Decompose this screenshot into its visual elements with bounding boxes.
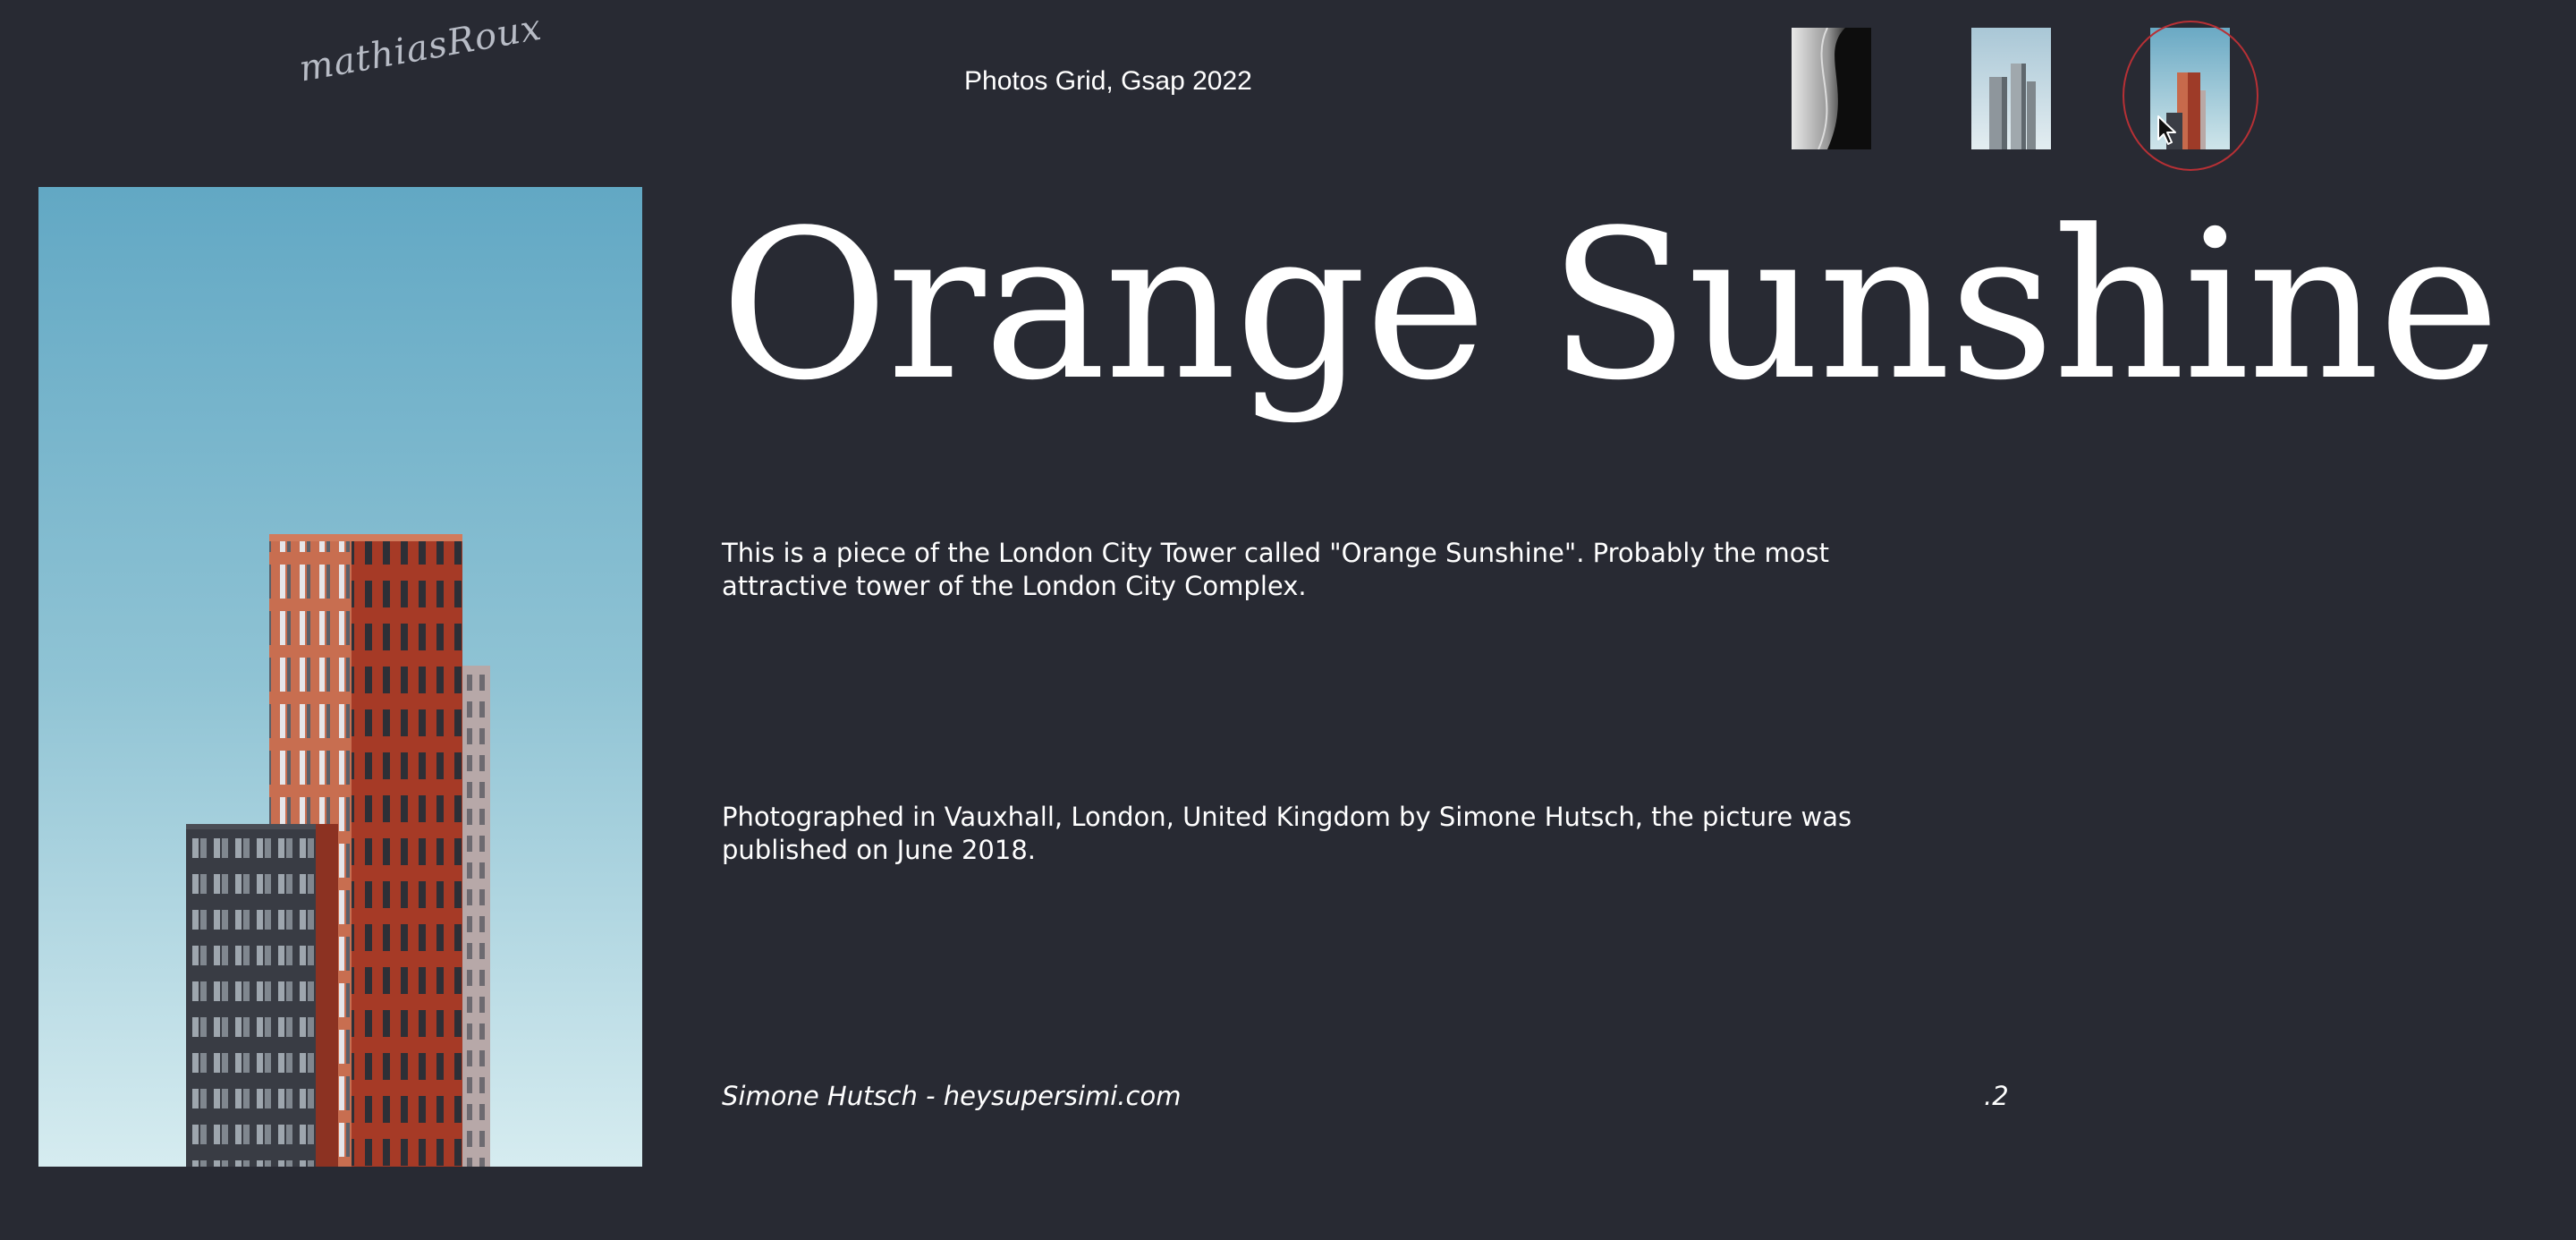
page-number: .2: [1984, 1081, 2009, 1111]
hero-image-orange-tower: [38, 187, 642, 1167]
page: mathiasRoux Photos Grid, Gsap 2022 Orang…: [0, 0, 2576, 1240]
photographer-credit-link[interactable]: Simone Hutsch - heysupersimi.com: [722, 1081, 1181, 1111]
photo-info-paragraph: Photographed in Vauxhall, London, United…: [722, 802, 1852, 865]
curve-building-image: [1792, 28, 1871, 149]
thumbnail-curve-building[interactable]: [1792, 28, 1871, 149]
twin-towers-image: [1971, 28, 2051, 149]
site-logo[interactable]: mathiasRoux: [296, 7, 545, 90]
page-title: Orange Sunshine: [720, 187, 2500, 426]
selected-thumbnail-ring: [2123, 21, 2258, 171]
header-title: Photos Grid, Gsap 2022: [964, 66, 1252, 96]
orange-tower-photo: [38, 187, 642, 1167]
thumbnail-twin-towers[interactable]: [1971, 28, 2051, 149]
description-paragraph: This is a piece of the London City Tower…: [722, 538, 1829, 601]
mouse-cursor-icon: [2157, 115, 2176, 145]
